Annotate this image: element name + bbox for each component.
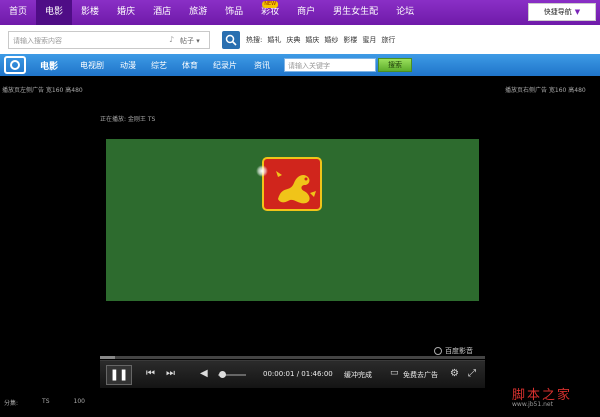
- search-placeholder: 请输入搜索内容: [13, 37, 62, 45]
- hot-search-item[interactable]: 婚礼: [267, 35, 281, 45]
- hot-search-label: 热搜:: [246, 36, 263, 44]
- nav-item-travel[interactable]: 旅游: [180, 0, 216, 25]
- episode-line: 分集: TS 100: [4, 398, 85, 407]
- hot-search-item[interactable]: 影楼: [343, 35, 357, 45]
- video-search-input[interactable]: 请输入关键字: [284, 58, 376, 72]
- video-nav-variety[interactable]: 综艺: [151, 60, 167, 71]
- light-glow: [256, 165, 268, 177]
- nav-item-jewelry[interactable]: 饰品: [216, 0, 252, 25]
- time-display: 00:00:01 / 01:46:00: [263, 370, 333, 378]
- nav-item-forum[interactable]: 论坛: [387, 0, 423, 25]
- volume-icon[interactable]: ◀: [200, 368, 208, 379]
- hot-search-list: 热搜: 婚礼 庆典 婚庆 婚纱 影楼 蜜月 旅行: [246, 35, 395, 45]
- dragon-logo-icon: [262, 157, 322, 211]
- now-playing: 正在播放: 金刚王 TS: [100, 116, 156, 123]
- hot-search-item[interactable]: 蜜月: [362, 35, 376, 45]
- episode-label: 分集:: [4, 400, 19, 407]
- nav-item-merchant[interactable]: 商户: [288, 0, 324, 25]
- hot-search-item[interactable]: 庆典: [286, 35, 300, 45]
- search-button[interactable]: [222, 31, 240, 49]
- pause-button[interactable]: ❚❚: [106, 365, 132, 385]
- hot-search-item[interactable]: 旅行: [381, 35, 395, 45]
- nav-item-movie[interactable]: 电影: [36, 0, 73, 25]
- seek-bar-fill: [100, 356, 116, 359]
- video-nav-tv[interactable]: 电视剧: [80, 60, 104, 71]
- seek-bar[interactable]: [100, 356, 485, 359]
- new-badge: NEW: [262, 1, 279, 8]
- nav-item-wedding[interactable]: 婚庆: [108, 0, 144, 25]
- site-watermark: 脚本之家 www.jb51.net: [512, 384, 572, 408]
- baidu-player-brand: 百度影音: [434, 346, 473, 356]
- fullscreen-icon[interactable]: ⤢: [468, 368, 476, 379]
- gear-icon[interactable]: ⚙: [450, 368, 459, 379]
- search-bar: 请输入搜索内容 ♪ 帖子 ▾ 热搜: 婚礼 庆典 婚庆 婚纱 影楼 蜜月 旅行: [0, 25, 600, 54]
- caret-down-icon: ▼: [574, 8, 581, 16]
- baidu-logo-icon: [434, 347, 442, 355]
- current-time: 00:00:01: [263, 370, 295, 378]
- remove-ads-button[interactable]: 免费去广告: [403, 370, 438, 380]
- video-nav-movie[interactable]: 电影: [40, 59, 58, 72]
- nav-item-makeup[interactable]: NEW 彩妆: [252, 0, 288, 25]
- video-nav-anime[interactable]: 动漫: [120, 60, 136, 71]
- search-scope-select[interactable]: 帖子 ▾: [180, 36, 200, 46]
- nav-item-makeup-label: 彩妆: [261, 7, 280, 17]
- total-time: 01:46:00: [301, 370, 333, 378]
- microphone-icon[interactable]: ♪: [169, 35, 174, 44]
- time-separator: /: [296, 370, 300, 378]
- episode-ts[interactable]: TS: [42, 398, 49, 407]
- left-ad-label: 播放页左侧广告 宽160 高480: [2, 87, 83, 94]
- baidu-brand-label: 百度影音: [445, 347, 473, 355]
- search-input[interactable]: 请输入搜索内容 ♪ 帖子 ▾: [8, 31, 210, 49]
- nav-item-studio[interactable]: 影楼: [72, 0, 108, 25]
- player-controls: ❚❚ ⏮ ⏭ ◀ 00:00:01 / 01:46:00 缓冲完成 ▭ 免费去广…: [100, 360, 485, 388]
- video-search-placeholder: 请输入关键字: [288, 62, 330, 70]
- video-nav: 电影 电视剧 动漫 综艺 体育 纪录片 资讯 请输入关键字 搜索: [0, 54, 600, 76]
- next-icon[interactable]: ⏭: [166, 368, 175, 379]
- episode-100[interactable]: 100: [74, 398, 85, 407]
- video-nav-news[interactable]: 资讯: [254, 60, 270, 71]
- nav-item-home[interactable]: 首页: [0, 0, 36, 25]
- hot-search-item[interactable]: 婚庆: [305, 35, 319, 45]
- video-search-button[interactable]: 搜索: [378, 58, 412, 72]
- buffer-status: 缓冲完成: [344, 371, 372, 379]
- video-nav-sports[interactable]: 体育: [182, 60, 198, 71]
- scope-label: 帖子: [180, 37, 194, 45]
- volume-knob[interactable]: [218, 371, 226, 378]
- search-icon: [225, 34, 237, 46]
- right-ad-label: 播放页右侧广告 宽160 高480: [505, 87, 586, 94]
- prev-icon[interactable]: ⏮: [146, 368, 155, 379]
- nav-item-match[interactable]: 男生女生配: [324, 0, 387, 25]
- hot-search-item[interactable]: 婚纱: [324, 35, 338, 45]
- video-nav-documentary[interactable]: 纪录片: [213, 60, 237, 71]
- top-nav: 首页 电影 影楼 婚庆 酒店 旅游 饰品 NEW 彩妆 商户 男生女生配 论坛 …: [0, 0, 600, 25]
- video-logo-icon[interactable]: [4, 56, 26, 74]
- quick-nav-label: 快捷导航: [543, 8, 572, 16]
- quick-nav-button[interactable]: 快捷导航 ▼: [528, 3, 596, 21]
- watermark-url: www.jb51.net: [512, 401, 553, 408]
- nav-item-hotel[interactable]: 酒店: [144, 0, 180, 25]
- ad-icon: ▭: [390, 368, 399, 378]
